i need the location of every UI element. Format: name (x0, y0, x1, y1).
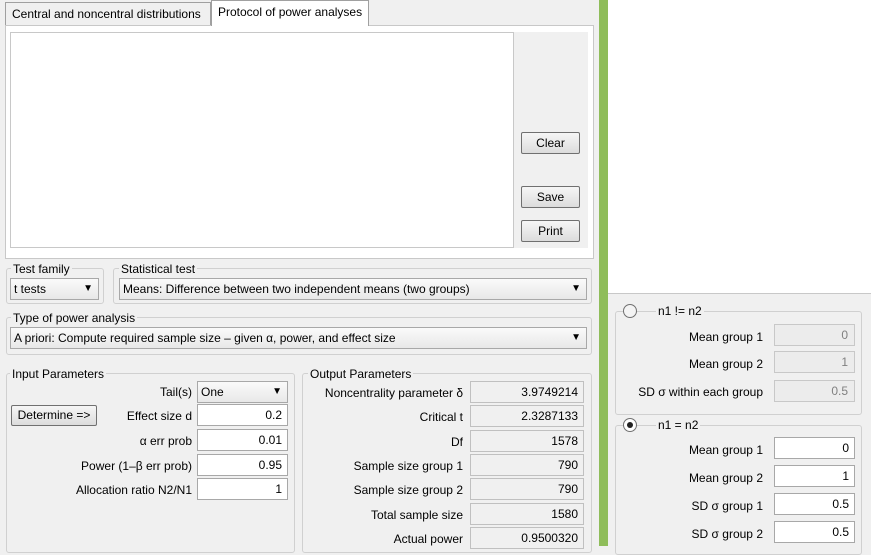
total-sample-size-value: 1580 (470, 503, 584, 525)
statistical-test-select[interactable]: Means: Difference between two independen… (119, 278, 587, 300)
radio-selected-dot (627, 422, 633, 428)
unequal-n-radio[interactable] (623, 304, 637, 318)
output-label: Noncentrality parameter δ (324, 386, 463, 400)
statistical-test-value: Means: Difference between two independen… (123, 282, 470, 296)
sample-size-group1-value: 790 (470, 454, 584, 476)
plot-area (608, 0, 871, 293)
output-label: Sample size group 1 (353, 459, 463, 473)
analysis-type-select[interactable]: A priori: Compute required sample size –… (10, 327, 587, 349)
df-value: 1578 (470, 430, 584, 452)
side-label: Mean group 2 (688, 471, 763, 485)
chevron-down-icon: ▼ (571, 332, 581, 343)
unequal-sd-field: 0.5 (774, 380, 855, 402)
tab-distributions[interactable]: Central and noncentral distributions (5, 2, 211, 25)
unequal-n-label: n1 != n2 (656, 304, 704, 318)
side-label: Mean group 1 (688, 330, 763, 344)
tab-label: Central and noncentral distributions (12, 7, 201, 21)
alpha-label: α err prob (139, 434, 192, 448)
equal-mean-group2-field[interactable]: 1 (774, 465, 855, 487)
output-label: Critical t (419, 410, 463, 424)
input-parameters-title: Input Parameters (10, 367, 107, 381)
unequal-mean-group2-field: 1 (774, 351, 855, 373)
output-label: Sample size group 2 (353, 483, 463, 497)
side-label: SD σ group 2 (691, 527, 763, 541)
equal-mean-group1-field[interactable]: 0 (774, 437, 855, 459)
clear-button[interactable]: Clear (521, 132, 580, 154)
protocol-text-area[interactable] (10, 32, 514, 248)
output-label: Total sample size (370, 508, 463, 522)
statistical-test-label: Statistical test (119, 262, 198, 276)
allocation-ratio-label: Allocation ratio N2/N1 (75, 483, 192, 497)
splitter-bar[interactable] (599, 0, 608, 546)
power-label: Power (1–β err prob) (81, 459, 192, 473)
unequal-mean-group1-field: 0 (774, 324, 855, 346)
side-label: SD σ within each group (638, 385, 763, 399)
save-button[interactable]: Save (521, 186, 580, 208)
determine-button[interactable]: Determine => (11, 405, 97, 426)
tails-label: Tail(s) (160, 385, 192, 399)
effect-size-field[interactable]: 0.2 (197, 404, 288, 426)
effect-size-label: Effect size d (126, 409, 192, 423)
test-family-label: Test family (11, 262, 72, 276)
chevron-down-icon: ▼ (83, 283, 93, 294)
analysis-type-value: A priori: Compute required sample size –… (14, 331, 396, 345)
tails-value: One (201, 385, 224, 399)
equal-sd-group2-field[interactable]: 0.5 (774, 521, 855, 543)
sample-size-group2-value: 790 (470, 478, 584, 500)
tails-select[interactable]: One ▼ (197, 381, 288, 403)
output-parameters-title: Output Parameters (308, 367, 414, 381)
print-button[interactable]: Print (521, 220, 580, 242)
tab-label: Protocol of power analyses (218, 5, 363, 19)
output-label: Df (451, 435, 463, 449)
chevron-down-icon: ▼ (272, 386, 282, 397)
allocation-ratio-field[interactable]: 1 (197, 478, 288, 500)
plot-divider (608, 293, 871, 294)
side-label: Mean group 2 (688, 357, 763, 371)
analysis-type-label: Type of power analysis (11, 311, 138, 325)
critical-t-value: 2.3287133 (470, 405, 584, 427)
side-label: Mean group 1 (688, 443, 763, 457)
power-field[interactable]: 0.95 (197, 454, 288, 476)
equal-sd-group1-field[interactable]: 0.5 (774, 493, 855, 515)
equal-n-radio[interactable] (623, 418, 637, 432)
alpha-field[interactable]: 0.01 (197, 429, 288, 451)
output-label: Actual power (393, 532, 463, 546)
test-family-select[interactable]: t tests ▼ (10, 278, 99, 300)
chevron-down-icon: ▼ (571, 283, 581, 294)
test-family-value: t tests (14, 282, 47, 296)
side-label: SD σ group 1 (691, 499, 763, 513)
tab-protocol[interactable]: Protocol of power analyses (211, 0, 369, 26)
noncentrality-value: 3.9749214 (470, 381, 584, 403)
equal-n-label: n1 = n2 (656, 418, 701, 432)
